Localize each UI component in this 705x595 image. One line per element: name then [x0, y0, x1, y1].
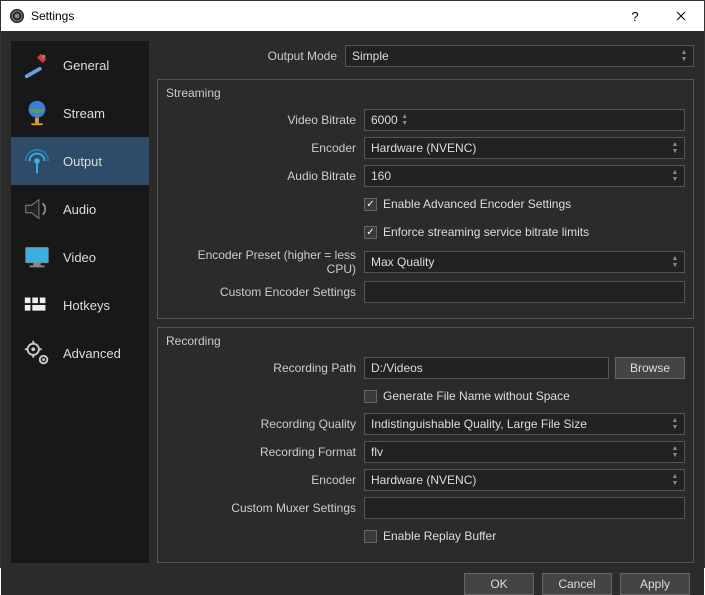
recording-format-select[interactable]: flv ▲▼: [364, 441, 685, 463]
output-mode-select[interactable]: Simple ▲▼: [345, 45, 694, 67]
sidebar-item-label: General: [63, 58, 109, 73]
recording-format-label: Recording Format: [166, 445, 356, 459]
muxer-input[interactable]: [364, 497, 685, 519]
chevron-updown-icon: ▲▼: [668, 252, 682, 272]
sidebar-item-label: Hotkeys: [63, 298, 110, 313]
muxer-label: Custom Muxer Settings: [166, 501, 356, 515]
chevron-updown-icon: ▲▼: [668, 442, 682, 462]
chevron-updown-icon: ▲▼: [677, 46, 691, 66]
custom-encoder-label: Custom Encoder Settings: [166, 285, 356, 299]
enforce-limits-label: Enforce streaming service bitrate limits: [383, 225, 589, 239]
cancel-button[interactable]: Cancel: [542, 573, 612, 595]
chevron-updown-icon: ▲▼: [668, 166, 682, 186]
video-bitrate-input[interactable]: 6000 ▲▼: [364, 109, 685, 131]
sidebar-item-label: Audio: [63, 202, 96, 217]
output-mode-label: Output Mode: [157, 49, 337, 63]
recording-path-input[interactable]: D:/Videos: [364, 357, 609, 379]
sidebar-item-output[interactable]: Output: [11, 137, 149, 185]
close-button[interactable]: [658, 1, 704, 31]
recording-encoder-label: Encoder: [166, 473, 356, 487]
no-space-label: Generate File Name without Space: [383, 389, 570, 403]
spinner-icon[interactable]: ▲▼: [398, 110, 412, 130]
sidebar-item-stream[interactable]: Stream: [11, 89, 149, 137]
content-panel: Output Mode Simple ▲▼ Streaming Video Bi…: [157, 41, 694, 563]
footer: OK Cancel Apply: [1, 573, 704, 595]
help-button[interactable]: ?: [612, 1, 658, 31]
ok-button[interactable]: OK: [464, 573, 534, 595]
sidebar-item-video[interactable]: Video: [11, 233, 149, 281]
replay-buffer-checkbox[interactable]: [364, 530, 377, 543]
chevron-updown-icon: ▲▼: [668, 470, 682, 490]
chevron-updown-icon: ▲▼: [668, 138, 682, 158]
monitor-icon: [21, 241, 53, 273]
broadcast-icon: [21, 145, 53, 177]
body: General Stream Output Audio: [1, 31, 704, 573]
app-icon: [9, 8, 25, 24]
encoder-preset-select[interactable]: Max Quality ▲▼: [364, 251, 685, 273]
no-space-checkbox[interactable]: [364, 390, 377, 403]
globe-icon: [21, 97, 53, 129]
sidebar-item-advanced[interactable]: Advanced: [11, 329, 149, 377]
sidebar-item-hotkeys[interactable]: Hotkeys: [11, 281, 149, 329]
sidebar-item-audio[interactable]: Audio: [11, 185, 149, 233]
encoder-preset-label: Encoder Preset (higher = less CPU): [166, 248, 356, 276]
output-mode-row: Output Mode Simple ▲▼: [157, 41, 694, 71]
enable-advanced-checkbox[interactable]: ✓: [364, 198, 377, 211]
recording-legend: Recording: [166, 334, 685, 348]
recording-quality-select[interactable]: Indistinguishable Quality, Large File Si…: [364, 413, 685, 435]
video-bitrate-label: Video Bitrate: [166, 113, 356, 127]
streaming-legend: Streaming: [166, 86, 685, 100]
streaming-encoder-label: Encoder: [166, 141, 356, 155]
sidebar-item-label: Stream: [63, 106, 105, 121]
enforce-limits-checkbox[interactable]: ✓: [364, 226, 377, 239]
browse-button[interactable]: Browse: [615, 357, 685, 379]
keyboard-icon: [21, 289, 53, 321]
audio-bitrate-select[interactable]: 160 ▲▼: [364, 165, 685, 187]
enable-advanced-label: Enable Advanced Encoder Settings: [383, 197, 571, 211]
sidebar-item-label: Advanced: [63, 346, 121, 361]
recording-path-label: Recording Path: [166, 361, 356, 375]
replay-buffer-label: Enable Replay Buffer: [383, 529, 496, 543]
titlebar: Settings ?: [1, 1, 704, 31]
sidebar-item-general[interactable]: General: [11, 41, 149, 89]
sidebar-item-label: Video: [63, 250, 96, 265]
recording-group: Recording Recording Path D:/Videos Brows…: [157, 327, 694, 563]
wrench-icon: [21, 49, 53, 81]
streaming-encoder-select[interactable]: Hardware (NVENC) ▲▼: [364, 137, 685, 159]
sidebar: General Stream Output Audio: [11, 41, 149, 563]
window-title: Settings: [31, 9, 612, 23]
recording-encoder-select[interactable]: Hardware (NVENC) ▲▼: [364, 469, 685, 491]
speaker-icon: [21, 193, 53, 225]
sidebar-item-label: Output: [63, 154, 102, 169]
settings-window: Settings ? General Stream: [0, 0, 705, 568]
gears-icon: [21, 337, 53, 369]
custom-encoder-input[interactable]: [364, 281, 685, 303]
streaming-group: Streaming Video Bitrate 6000 ▲▼ Encoder: [157, 79, 694, 319]
audio-bitrate-label: Audio Bitrate: [166, 169, 356, 183]
recording-quality-label: Recording Quality: [166, 417, 356, 431]
apply-button[interactable]: Apply: [620, 573, 690, 595]
chevron-updown-icon: ▲▼: [668, 414, 682, 434]
